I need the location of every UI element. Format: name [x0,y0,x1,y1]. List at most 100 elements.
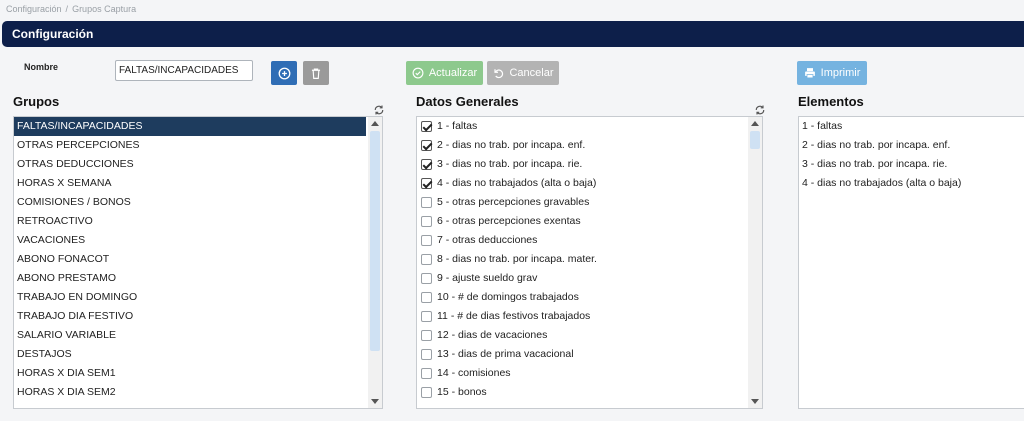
list-item-label: 5 - otras percepciones gravables [437,196,590,208]
breadcrumb-item-configuracion[interactable]: Configuración [6,4,62,14]
checkbox[interactable] [421,178,432,189]
list-item[interactable]: DESTAJOS [14,345,366,364]
checkbox[interactable] [421,121,432,132]
list-item-label: 2 - dias no trab. por incapa. enf. [437,139,586,151]
list-item-label: 8 - dias no trab. por incapa. mater. [437,253,597,265]
list-item[interactable]: 2 - dias no trab. por incapa. enf. [417,136,746,155]
scroll-down-arrow-icon[interactable] [751,399,759,404]
list-item[interactable]: COMISIONES / BONOS [14,193,366,212]
list-item[interactable]: 12 - dias de vacaciones [417,326,746,345]
breadcrumb-separator: / [65,4,69,14]
list-item[interactable]: ABONO PRESTAMO [14,269,366,288]
checkbox[interactable] [421,197,432,208]
imprimir-label: Imprimir [820,67,861,79]
delete-group-button[interactable] [303,61,329,85]
list-item[interactable]: 5 - otras percepciones gravables [417,193,746,212]
datos-generales-heading: Datos Generales [416,94,519,109]
list-item-label: 3 - dias no trab. por incapa. rie. [437,158,583,170]
list-item-label: 7 - otras deducciones [437,234,538,246]
cancelar-button[interactable]: Cancelar [487,61,559,85]
list-item[interactable]: 1 - faltas [417,117,746,136]
list-item[interactable]: OTRAS PERCEPCIONES [14,136,366,155]
list-item-label: 12 - dias de vacaciones [437,329,548,341]
check-circle-icon [412,67,424,79]
list-item[interactable]: TRABAJO EN DOMINGO [14,288,366,307]
list-item[interactable]: 7 - otras deducciones [417,231,746,250]
refresh-grupos-icon[interactable] [373,104,385,116]
grupos-heading: Grupos [13,94,60,109]
actualizar-button[interactable]: Actualizar [406,61,483,85]
datos-generales-list[interactable]: 1 - faltas 2 - dias no trab. por incapa. … [416,116,763,409]
printer-icon [804,68,815,79]
scroll-thumb[interactable] [370,131,380,351]
checkbox[interactable] [421,292,432,303]
list-item[interactable]: 10 - # de domingos trabajados [417,288,746,307]
list-item[interactable]: 1 - faltas [799,117,1024,136]
list-item[interactable]: ABONO FONACOT [14,250,366,269]
checkbox[interactable] [421,330,432,341]
list-item[interactable]: 6 - otras percepciones exentas [417,212,746,231]
list-item[interactable]: RETROACTIVO [14,212,366,231]
breadcrumb-item-grupos-captura: Grupos Captura [72,4,137,14]
list-item[interactable]: 4 - dias no trabajados (alta o baja) [417,174,746,193]
list-item[interactable]: TRABAJO DIA FESTIVO [14,307,366,326]
list-item-label: 13 - dias de prima vacacional [437,348,574,360]
list-item[interactable]: 14 - comisiones [417,364,746,383]
list-item[interactable]: SALARIO VARIABLE [14,326,366,345]
list-item[interactable]: 4 - dias no trabajados (alta o baja) [799,174,1024,193]
checkbox[interactable] [421,140,432,151]
list-item[interactable]: HORAS X DIA SEM1 [14,364,366,383]
imprimir-button[interactable]: Imprimir [797,61,867,85]
breadcrumb: Configuración / Grupos Captura [6,4,136,14]
list-item-label: 4 - dias no trabajados (alta o baja) [437,177,597,189]
checkbox[interactable] [421,159,432,170]
list-item-label: 11 - # de dias festivos trabajados [437,310,591,322]
checkbox[interactable] [421,254,432,265]
checkbox[interactable] [421,349,432,360]
checkbox[interactable] [421,368,432,379]
list-item[interactable]: VACACIONES [14,231,366,250]
checkbox[interactable] [421,387,432,398]
list-item[interactable]: HORAS X SEMANA [14,174,366,193]
undo-icon [494,69,504,79]
list-item-label: 9 - ajuste sueldo grav [437,272,538,284]
list-item-label: 6 - otras percepciones exentas [437,215,581,227]
scroll-down-arrow-icon[interactable] [371,399,379,404]
list-item[interactable]: 8 - dias no trab. por incapa. mater. [417,250,746,269]
list-item[interactable]: OTRAS DEDUCCIONES [14,155,366,174]
add-group-button[interactable] [271,61,297,85]
list-item[interactable]: 3 - dias no trab. por incapa. rie. [799,155,1024,174]
page-title: Configuración [12,27,94,41]
checkbox[interactable] [421,311,432,322]
scroll-up-arrow-icon[interactable] [371,121,379,126]
list-item[interactable]: 13 - dias de prima vacacional [417,345,746,364]
scroll-thumb[interactable] [750,131,760,149]
checkbox[interactable] [421,273,432,284]
list-item[interactable]: 3 - dias no trab. por incapa. rie. [417,155,746,174]
nombre-input[interactable] [115,60,253,81]
page-header: Configuración [2,21,1024,47]
grupos-scrollbar[interactable] [368,117,382,408]
list-item[interactable]: 11 - # de dias festivos trabajados [417,307,746,326]
checkbox[interactable] [421,216,432,227]
trash-icon [311,67,321,79]
datos-scrollbar[interactable] [748,117,762,408]
list-item-label: 15 - bonos [437,386,487,398]
cancelar-label: Cancelar [509,67,554,79]
list-item-label: 1 - faltas [437,120,478,132]
list-item[interactable]: 9 - ajuste sueldo grav [417,269,746,288]
grupos-list[interactable]: FALTAS/INCAPACIDADES OTRAS PERCEPCIONES OT… [13,116,383,409]
list-item-label: 10 - # de domingos trabajados [437,291,579,303]
list-item[interactable]: HORAS X DIA SEM2 [14,383,366,402]
list-item-label: 14 - comisiones [437,367,511,379]
list-item[interactable]: FALTAS/INCAPACIDADES [14,117,366,136]
scroll-up-arrow-icon[interactable] [751,121,759,126]
list-item[interactable]: 15 - bonos [417,383,746,402]
elementos-heading: Elementos [798,94,864,109]
elementos-list[interactable]: 1 - faltas 2 - dias no trab. por incapa. … [798,116,1024,409]
actualizar-label: Actualizar [428,67,478,79]
plus-circle-icon [278,67,290,79]
checkbox[interactable] [421,235,432,246]
list-item[interactable]: 2 - dias no trab. por incapa. enf. [799,136,1024,155]
refresh-datos-icon[interactable] [754,104,766,116]
